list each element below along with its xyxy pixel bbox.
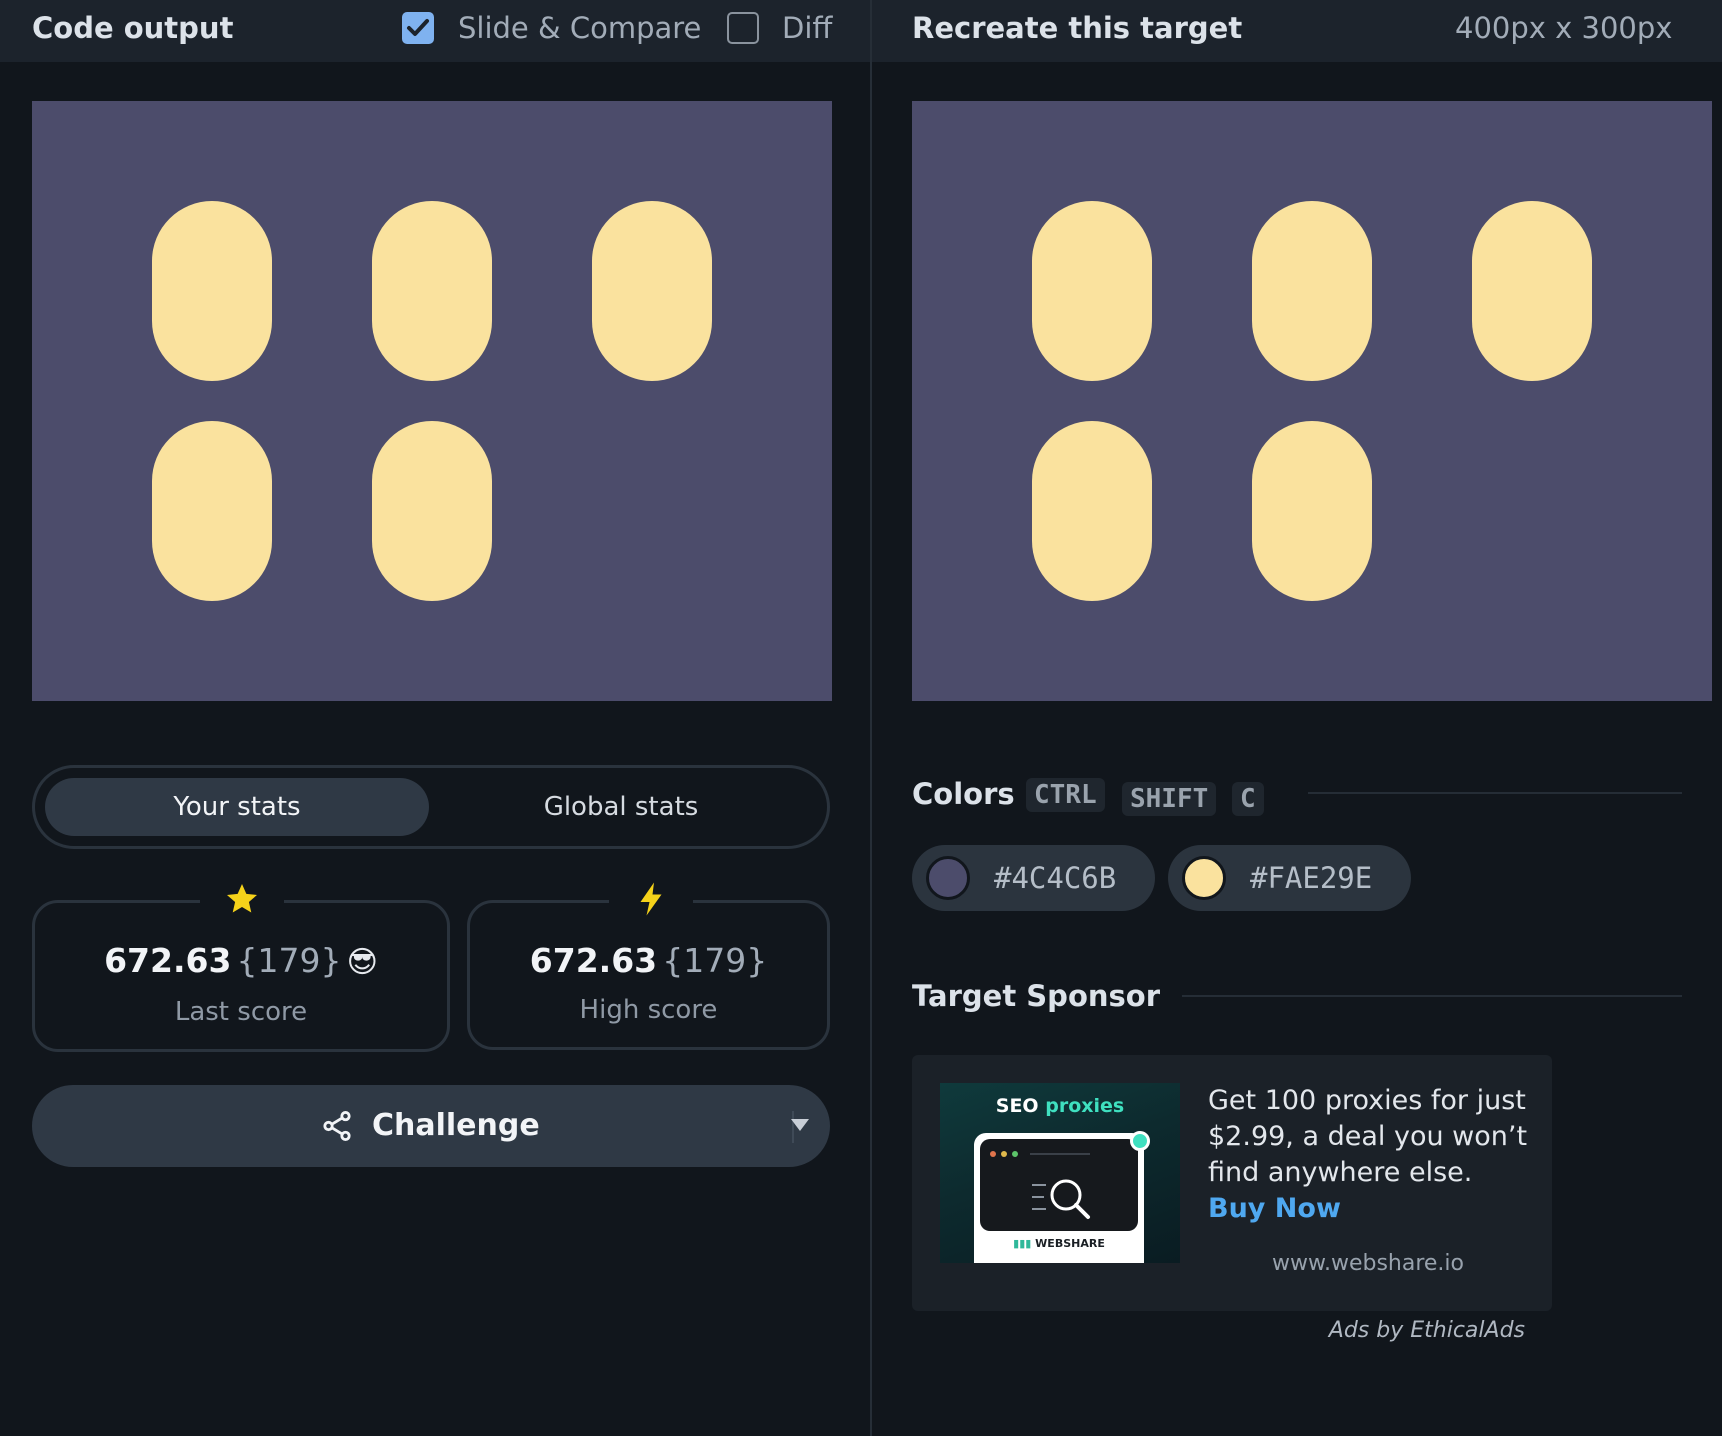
magnifier-icon: [1032, 1179, 1090, 1219]
panel-divider: [870, 0, 872, 1436]
pill-shape: [1032, 201, 1152, 381]
ad-text-body: Get 100 proxies for just $2.99, a deal y…: [1208, 1085, 1528, 1188]
high-score-card: 672.63 {179} High score: [467, 879, 830, 1050]
pill-shape: [1252, 421, 1372, 601]
pill-shape: [1472, 201, 1592, 381]
swatch-dot: [1182, 856, 1226, 900]
high-score-value: 672.63: [529, 941, 658, 980]
pill-shape: [152, 201, 272, 381]
high-score-chars: {179}: [662, 941, 768, 980]
last-score-card: 672.63 {179} 😎 Last score: [32, 879, 450, 1052]
target-canvas: [912, 101, 1712, 701]
lightning-icon: [609, 879, 693, 919]
code-output-title: Code output: [32, 11, 234, 45]
challenge-button[interactable]: Challenge: [32, 1085, 830, 1167]
high-score-caption: High score: [579, 995, 718, 1025]
pill-shape: [1252, 201, 1372, 381]
diff-checkbox[interactable]: [727, 12, 759, 44]
sponsor-title: Target Sponsor: [912, 979, 1161, 1013]
last-score-value: 672.63: [104, 941, 232, 980]
code-output-canvas[interactable]: [32, 101, 832, 701]
ad-browser-mockup: ▮▮▮ WEBSHARE: [974, 1133, 1144, 1263]
shortcut-key-shift: SHIFT: [1122, 782, 1217, 816]
sponsor-ad[interactable]: SEO proxies ▮▮▮ WEBSHARE Get 100 proxies: [912, 1055, 1552, 1311]
ad-status-dot: [1130, 1131, 1150, 1151]
pill-shape: [592, 201, 712, 381]
sponsor-divider: [1182, 995, 1682, 997]
last-score-chars: {179}: [236, 941, 342, 980]
tab-global-stats[interactable]: Global stats: [429, 768, 813, 846]
last-score-caption: Last score: [174, 997, 308, 1027]
swatch-hex: #FAE29E: [1250, 861, 1373, 895]
buy-now-link[interactable]: Buy Now: [1208, 1193, 1341, 1224]
ad-url[interactable]: www.webshare.io: [1208, 1251, 1528, 1276]
pill-shape: [372, 201, 492, 381]
share-icon: [323, 1110, 351, 1142]
ad-image-headline: SEO proxies: [995, 1095, 1125, 1117]
colors-divider: [1308, 792, 1682, 794]
slide-compare-label[interactable]: Slide & Compare: [458, 8, 701, 48]
ad-image[interactable]: SEO proxies ▮▮▮ WEBSHARE: [940, 1083, 1180, 1263]
pill-shape: [372, 421, 492, 601]
star-icon: [200, 879, 284, 919]
slide-compare-checkbox[interactable]: [402, 12, 434, 44]
tab-your-stats[interactable]: Your stats: [45, 768, 429, 846]
color-swatch-background[interactable]: #4C4C6B: [912, 845, 1155, 911]
target-dimensions: 400px x 300px: [1455, 11, 1673, 45]
shortcut-key-c: C: [1232, 782, 1264, 816]
swatch-dot: [926, 856, 970, 900]
pill-shape: [152, 421, 272, 601]
check-icon: [407, 19, 429, 36]
target-title: Recreate this target: [912, 11, 1243, 45]
ad-image-brand: ▮▮▮ WEBSHARE: [1013, 1237, 1105, 1250]
challenge-label: Challenge: [372, 1108, 540, 1143]
ad-text[interactable]: Get 100 proxies for just $2.99, a deal y…: [1208, 1083, 1528, 1227]
color-swatch-shape[interactable]: #FAE29E: [1168, 845, 1411, 911]
swatch-hex: #4C4C6B: [994, 861, 1117, 895]
chevron-down-icon[interactable]: [790, 1118, 810, 1132]
sunglasses-emoji: 😎: [346, 945, 378, 980]
stats-toggle: Your stats Global stats: [32, 765, 830, 849]
colors-title: Colors: [912, 777, 1015, 811]
ads-by-ethicalads[interactable]: Ads by EthicalAds: [1300, 1318, 1525, 1343]
diff-label[interactable]: Diff: [782, 8, 832, 48]
shortcut-key-ctrl: CTRL: [1026, 778, 1105, 812]
pill-shape: [1032, 421, 1152, 601]
